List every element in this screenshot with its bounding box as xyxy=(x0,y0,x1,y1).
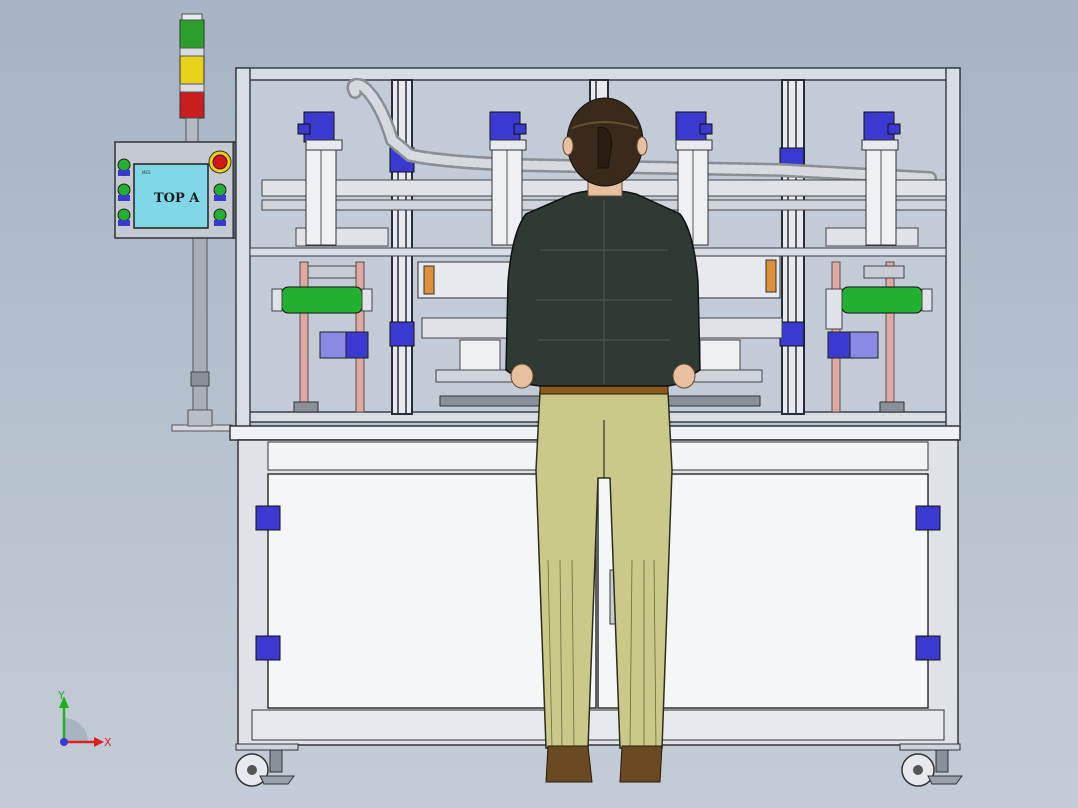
pole-foot xyxy=(187,409,213,427)
blue-bracket xyxy=(389,321,415,347)
hmi-button-green xyxy=(117,208,131,222)
machine-illustration: MES TOP A Y X xyxy=(57,13,963,787)
stack-light-red xyxy=(179,91,205,119)
caster-left xyxy=(235,743,299,787)
hmi-button-green xyxy=(117,183,131,197)
caster-right xyxy=(899,743,963,787)
pole-clamp xyxy=(190,371,210,387)
operator-shoe-left xyxy=(545,745,593,783)
operator-jacket xyxy=(505,189,701,387)
frame-upright-inner xyxy=(781,79,805,415)
hmi-button-green xyxy=(213,183,227,197)
hmi-button-green xyxy=(117,158,131,172)
vertical-axis-head xyxy=(861,111,901,246)
blue-bracket xyxy=(779,321,805,347)
triad-y-label: Y xyxy=(57,689,65,702)
hinge xyxy=(255,505,281,531)
hinge xyxy=(255,635,281,661)
frame-upright-left xyxy=(235,67,251,429)
triad-origin xyxy=(60,738,68,746)
operator-shoe-right xyxy=(619,745,663,783)
stack-light-green xyxy=(179,19,205,49)
hmi-screen-header: MES xyxy=(142,170,151,175)
hinge xyxy=(915,505,941,531)
triad-x-label: X xyxy=(104,736,112,749)
hmi-column xyxy=(171,231,233,432)
frame-upright-right xyxy=(945,67,961,429)
hinge xyxy=(915,635,941,661)
triad-quadrant xyxy=(64,718,88,742)
operator-hand-left xyxy=(510,363,534,389)
hmi-pole xyxy=(192,231,208,423)
stack-light xyxy=(179,13,205,143)
stack-light-yellow xyxy=(179,55,205,85)
operator-hand-right xyxy=(672,363,696,389)
hmi-button-green xyxy=(213,208,227,222)
coordinate-triad: Y X xyxy=(57,689,112,749)
hmi-screen-text: TOP A xyxy=(154,191,200,206)
